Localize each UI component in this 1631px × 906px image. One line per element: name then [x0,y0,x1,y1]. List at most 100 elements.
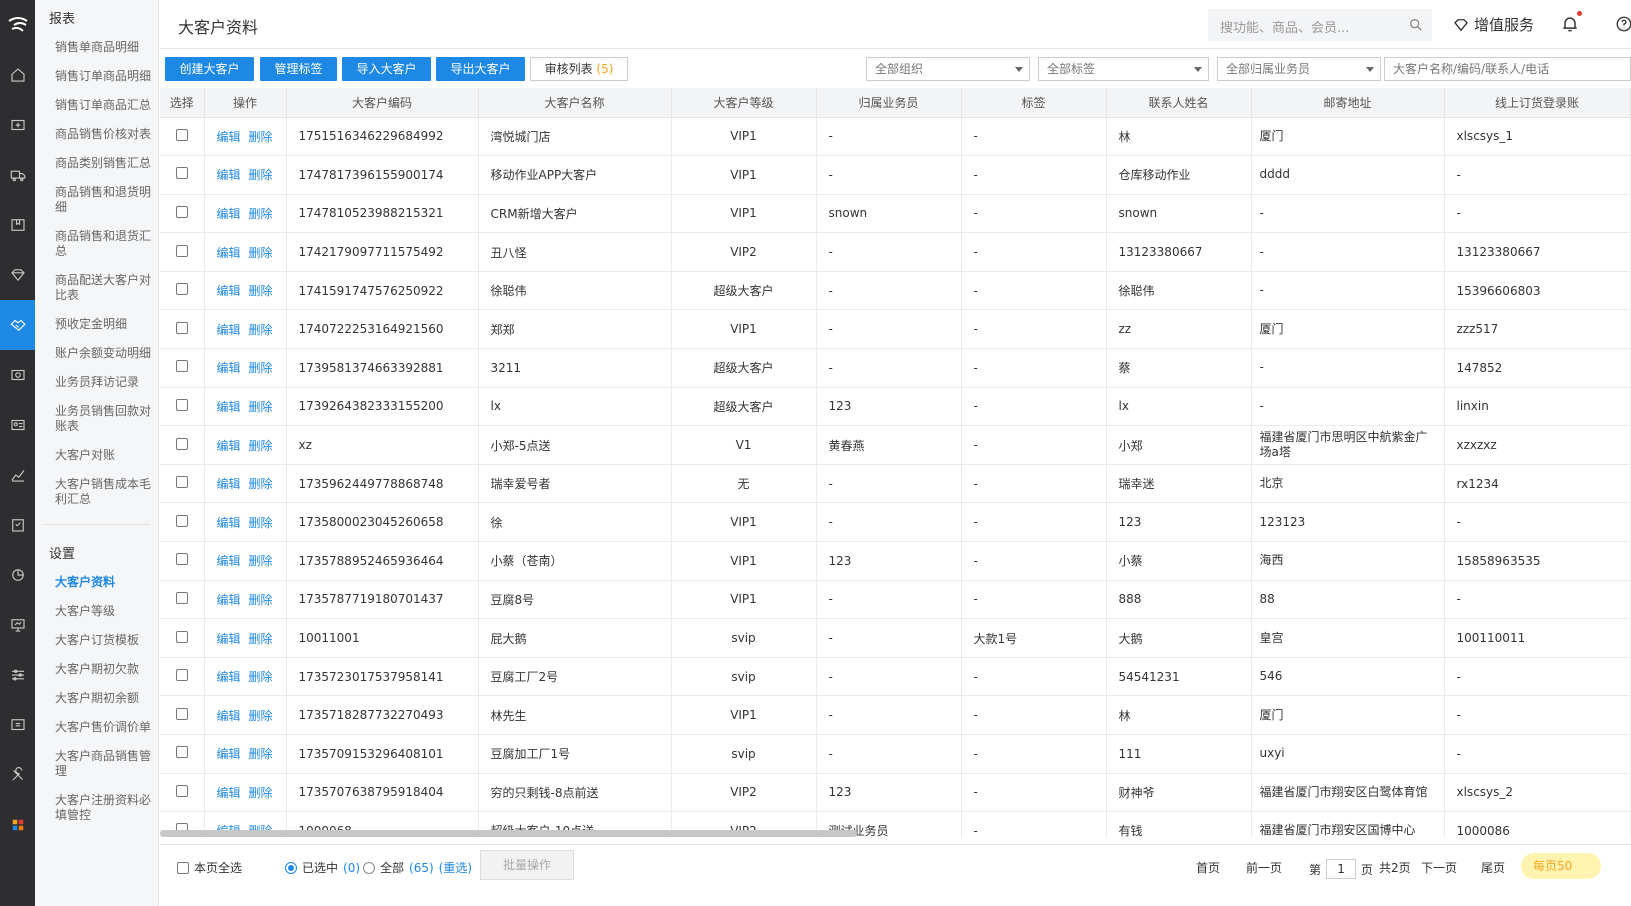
sidebar-item[interactable]: 大客户期初欠款 [35,655,158,684]
sliders-icon[interactable] [0,650,35,700]
logo-icon[interactable] [0,0,35,50]
delete-link[interactable]: 删除 [249,400,273,414]
sidebar-item[interactable]: 销售订单商品汇总 [35,91,158,120]
sidebar-item[interactable]: 大客户期初余额 [35,684,158,713]
horizontal-scrollbar[interactable] [160,830,857,837]
row-checkbox[interactable] [175,244,188,257]
delete-link[interactable]: 删除 [249,284,273,298]
value-added-button[interactable]: 增值服务 [1452,14,1534,35]
row-checkbox[interactable] [175,398,188,411]
monitor-icon[interactable] [0,700,35,750]
manage-tags-button[interactable]: 管理标签 [260,57,337,81]
sidebar-item[interactable]: 大客户注册资料必填管控 [35,786,158,830]
row-checkbox[interactable] [175,707,188,720]
review-list-button[interactable]: 审核列表 (5) [530,57,628,81]
edit-link[interactable]: 编辑 [217,168,241,182]
next-page-button[interactable]: 下一页 [1421,859,1457,876]
search-icon[interactable] [1408,17,1424,33]
delete-link[interactable]: 删除 [249,554,273,568]
trend-icon[interactable] [0,450,35,500]
delete-link[interactable]: 删除 [249,168,273,182]
radio-all-icon[interactable] [363,861,375,874]
delete-link[interactable]: 删除 [249,207,273,221]
help-icon[interactable] [1615,15,1631,36]
row-checkbox[interactable] [175,437,188,450]
sidebar-item[interactable]: 大客户订货模板 [35,626,158,655]
row-checkbox[interactable] [175,128,188,141]
sidebar-item[interactable]: 商品类别销售汇总 [35,149,158,178]
edit-link[interactable]: 编辑 [217,554,241,568]
edit-link[interactable]: 编辑 [217,400,241,414]
row-checkbox[interactable] [175,167,188,180]
row-checkbox[interactable] [175,205,188,218]
first-page-button[interactable]: 首页 [1196,859,1220,876]
tools-icon[interactable] [0,750,35,800]
sidebar-item[interactable]: 销售单商品明细 [35,33,158,62]
sidebar-item[interactable]: 业务员拜访记录 [35,368,158,397]
screen-icon[interactable] [0,600,35,650]
handshake-icon[interactable] [0,300,35,350]
wallet-icon[interactable] [0,100,35,150]
sidebar-item[interactable]: 商品销售和退货汇总 [35,222,158,266]
export-customer-button[interactable]: 导出大客户 [436,57,525,81]
sidebar-item[interactable]: 大客户商品销售管理 [35,742,158,786]
page-number-input[interactable]: 1 [1326,859,1357,879]
delete-link[interactable]: 删除 [249,632,273,646]
edit-link[interactable]: 编辑 [217,207,241,221]
row-checkbox[interactable] [175,784,188,797]
row-checkbox[interactable] [175,669,188,682]
edit-link[interactable]: 编辑 [217,593,241,607]
row-checkbox[interactable] [175,630,188,643]
row-checkbox[interactable] [175,553,188,566]
select-page-checkbox[interactable]: 本页全选 [177,859,242,876]
per-page-select[interactable]: 每页50 [1521,853,1601,879]
edit-link[interactable]: 编辑 [217,632,241,646]
id-card-icon[interactable] [0,400,35,450]
home-icon[interactable] [0,50,35,100]
pie-icon[interactable] [0,550,35,600]
money-icon[interactable] [0,350,35,400]
apps-icon[interactable] [0,800,35,850]
edit-link[interactable]: 编辑 [217,246,241,260]
edit-link[interactable]: 编辑 [217,323,241,337]
edit-link[interactable]: 编辑 [217,439,241,453]
radio-selected-icon[interactable] [285,861,297,874]
delete-link[interactable]: 删除 [249,593,273,607]
edit-link[interactable]: 编辑 [217,130,241,144]
delete-link[interactable]: 删除 [249,747,273,761]
row-checkbox[interactable] [175,476,188,489]
row-checkbox[interactable] [175,321,188,334]
edit-link[interactable]: 编辑 [217,477,241,491]
truck-icon[interactable] [0,150,35,200]
reselect-link[interactable]: (重选) [439,859,472,876]
sidebar-item[interactable]: 业务员销售回款对账表 [35,397,158,441]
delete-link[interactable]: 删除 [249,709,273,723]
sidebar-item[interactable]: 大客户销售成本毛利汇总 [35,470,158,514]
row-checkbox[interactable] [175,514,188,527]
edit-link[interactable]: 编辑 [217,747,241,761]
create-customer-button[interactable]: 创建大客户 [165,57,254,81]
selected-radio[interactable]: 已选中 (0) [285,859,360,876]
last-page-button[interactable]: 尾页 [1481,859,1505,876]
sidebar-item[interactable]: 商品销售价核对表 [35,120,158,149]
edit-link[interactable]: 编辑 [217,709,241,723]
sidebar-item[interactable]: 大客户等级 [35,597,158,626]
sidebar-item[interactable]: 商品配送大客户对比表 [35,266,158,310]
edit-link[interactable]: 编辑 [217,361,241,375]
delete-link[interactable]: 删除 [249,439,273,453]
sidebar-item[interactable]: 大客户资料 [35,568,158,597]
diamond-icon[interactable] [0,250,35,300]
import-customer-button[interactable]: 导入大客户 [342,57,431,81]
notification-bell-icon[interactable] [1560,11,1582,37]
sidebar-item[interactable]: 商品销售和退货明细 [35,178,158,222]
checkbox-box[interactable] [177,861,189,874]
row-checkbox[interactable] [175,283,188,296]
box-icon[interactable] [0,200,35,250]
salesperson-filter-select[interactable]: 全部归属业务员 [1217,57,1381,81]
delete-link[interactable]: 删除 [249,670,273,684]
row-checkbox[interactable] [175,360,188,373]
sidebar-item[interactable]: 大客户售价调价单 [35,713,158,742]
customer-search-input[interactable]: 大客户名称/编码/联系人/电话 [1384,57,1631,81]
delete-link[interactable]: 删除 [249,516,273,530]
edit-link[interactable]: 编辑 [217,284,241,298]
